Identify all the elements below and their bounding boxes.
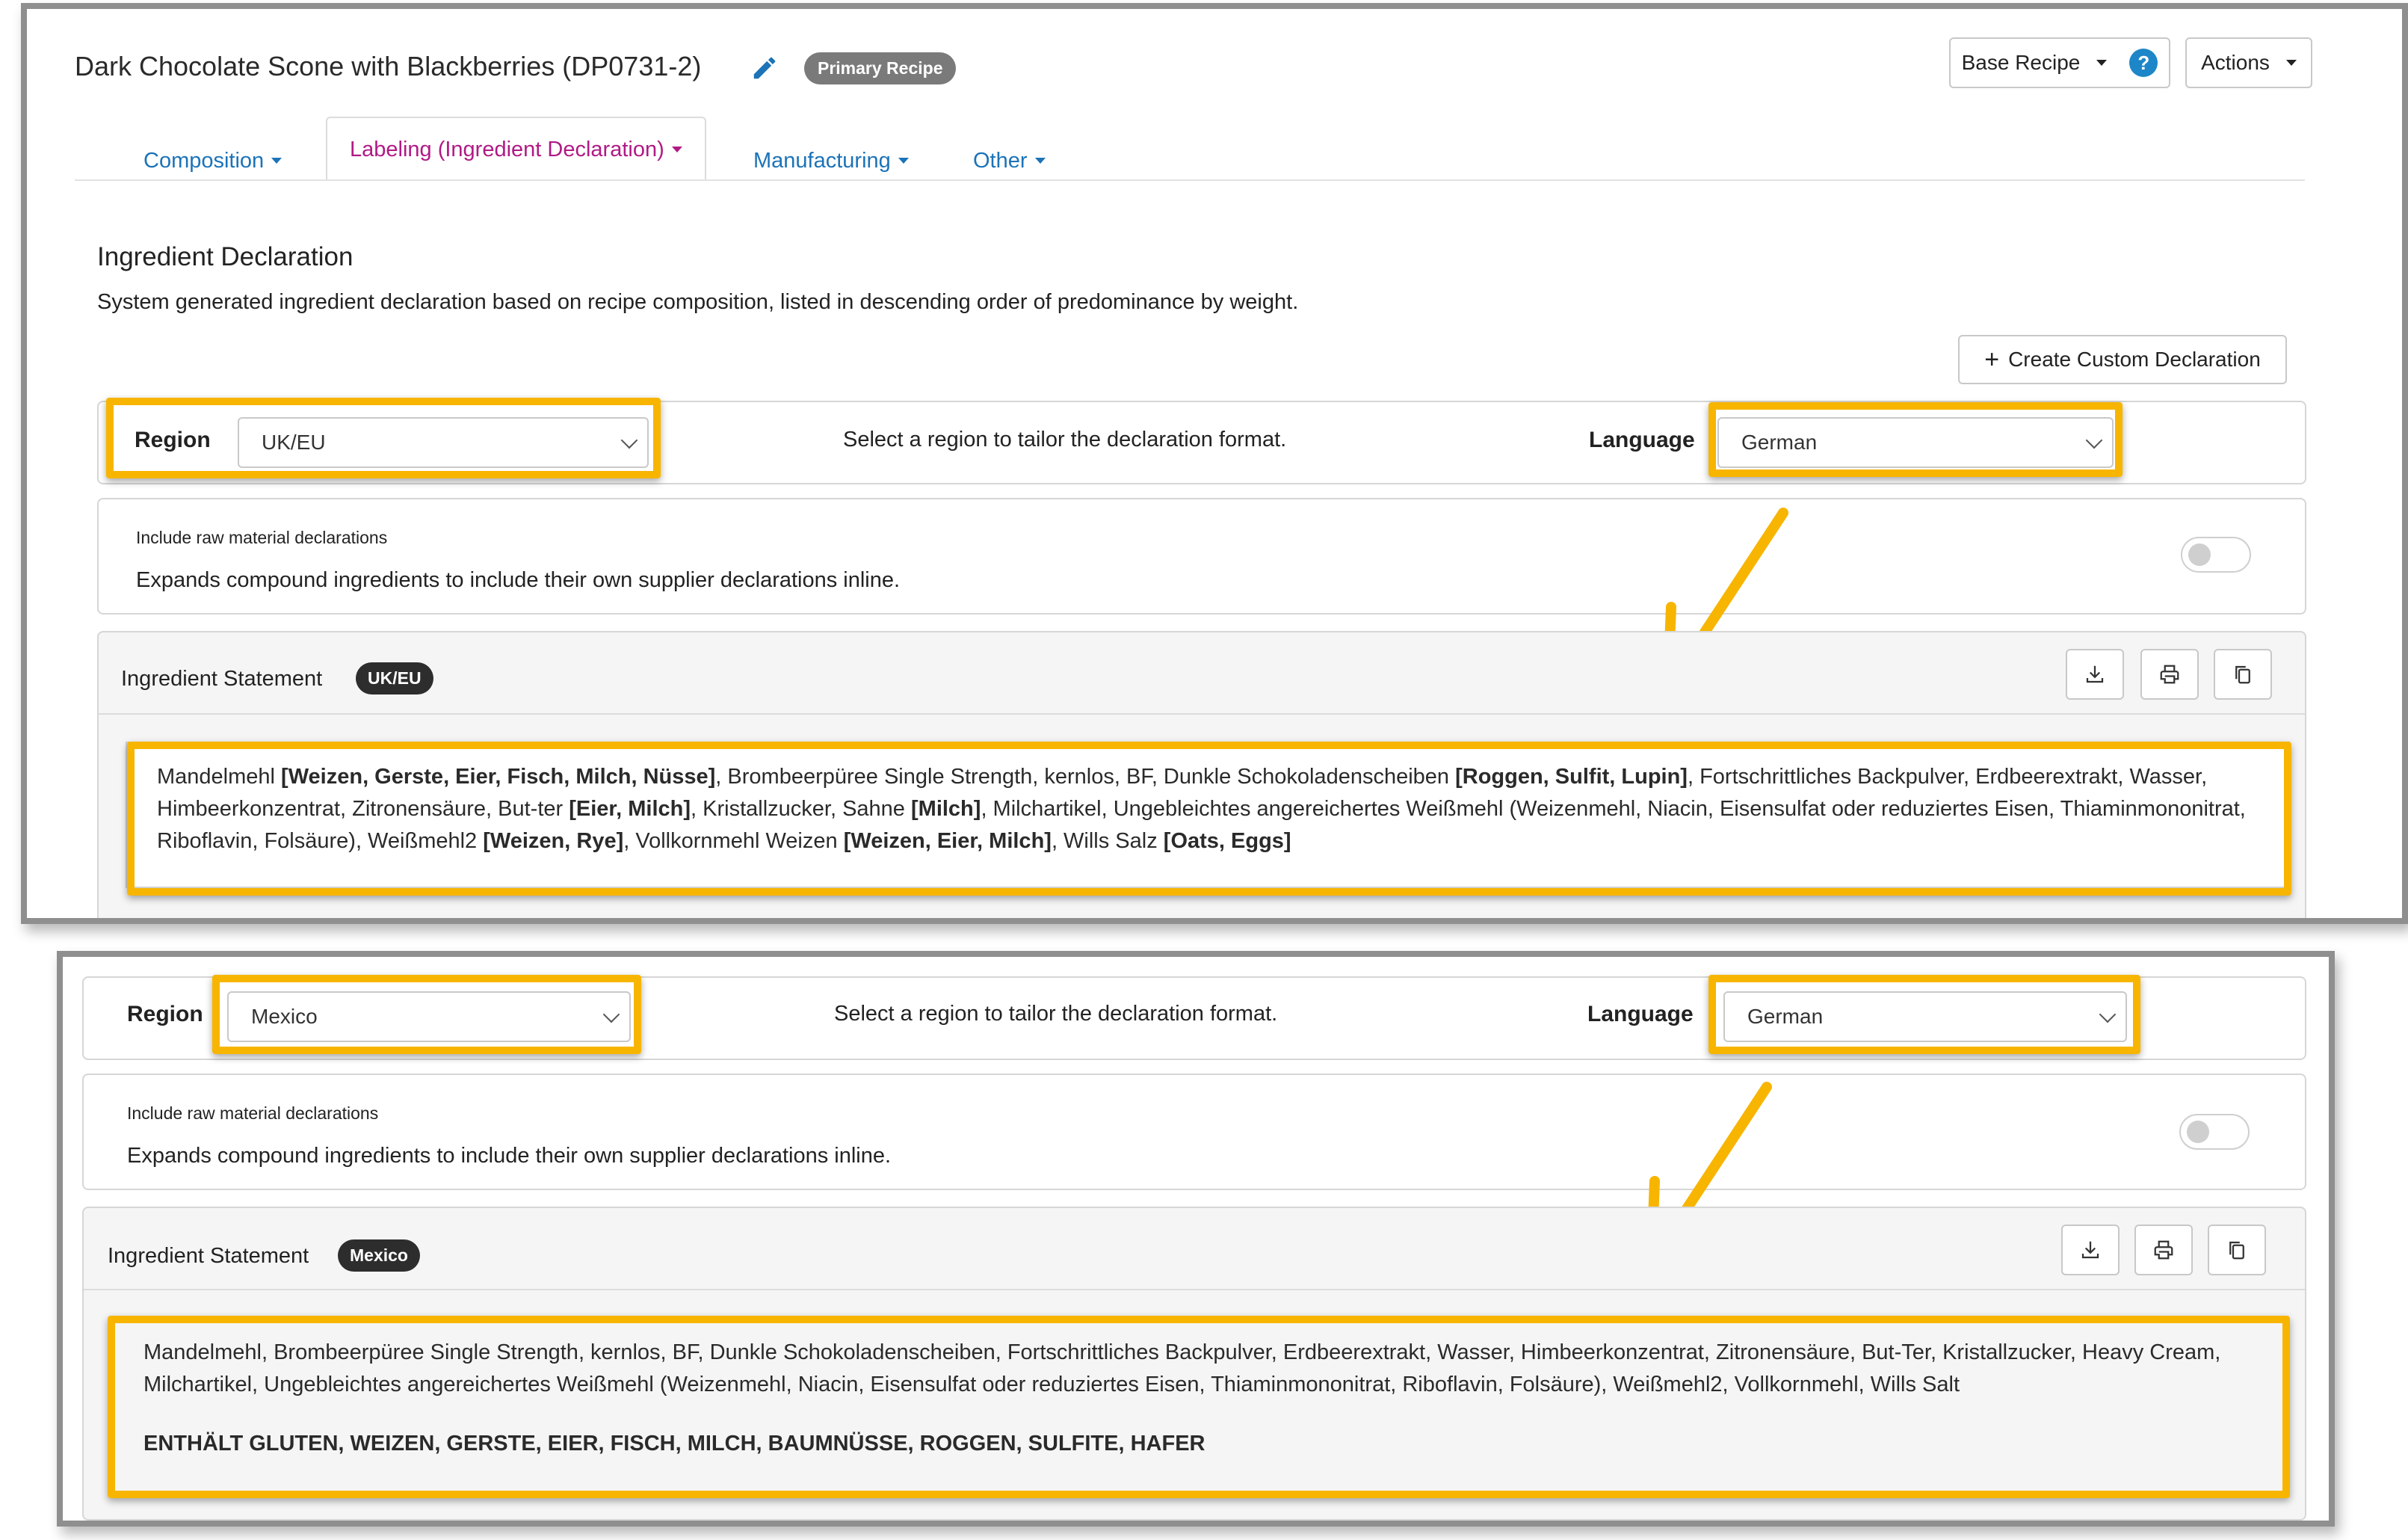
caret-down-icon <box>2096 60 2108 66</box>
screenshot-panel-mexico: Region Mexico Select a region to tailor … <box>57 951 2335 1527</box>
language-label: Language <box>1589 428 1695 452</box>
screenshot-panel-uk-eu: Dark Chocolate Scone with Blackberries (… <box>21 3 2408 924</box>
printer-icon <box>2154 1240 2173 1260</box>
region-hint: Select a region to tailor the declaratio… <box>834 1002 1278 1026</box>
region-badge: Mexico <box>338 1239 420 1272</box>
tab-labeling[interactable]: Labeling (Ingredient Declaration) <box>326 117 706 181</box>
caret-down-icon <box>271 158 283 164</box>
statement-divider <box>84 1289 2305 1290</box>
tab-label: Manufacturing <box>753 148 891 173</box>
actions-button[interactable]: Actions <box>2185 37 2312 88</box>
actions-label: Actions <box>2201 51 2270 74</box>
region-label: Region <box>127 1002 203 1026</box>
section-title: Ingredient Declaration <box>97 242 354 271</box>
highlight-statement-box <box>127 742 2291 896</box>
statement-divider <box>99 713 2305 715</box>
copy-icon <box>2235 665 2250 684</box>
highlight-language-box <box>1708 402 2123 477</box>
raw-material-title: Include raw material declarations <box>127 1103 379 1123</box>
raw-material-card <box>82 1074 2306 1190</box>
copy-button[interactable] <box>2214 649 2272 700</box>
caret-down-icon <box>898 158 909 164</box>
raw-material-toggle[interactable] <box>2179 1114 2250 1150</box>
highlight-region-box <box>106 398 661 478</box>
tab-divider <box>75 179 2305 181</box>
print-button[interactable] <box>2140 649 2199 700</box>
download-icon <box>2086 665 2104 683</box>
tab-label: Composition <box>143 148 265 173</box>
raw-material-description: Expands compound ingredients to include … <box>136 568 901 592</box>
primary-recipe-badge: Primary Recipe <box>804 52 957 84</box>
print-button[interactable] <box>2134 1225 2193 1275</box>
highlight-statement-box <box>108 1316 2290 1498</box>
tab-label: Other <box>973 148 1028 173</box>
region-badge: UK/EU <box>356 662 433 694</box>
copy-button[interactable] <box>2208 1225 2266 1275</box>
printer-icon <box>2160 665 2179 684</box>
ingredient-statement-label: Ingredient Statement <box>108 1244 309 1268</box>
caret-down-icon <box>1034 158 1046 164</box>
caret-down-icon <box>671 147 682 153</box>
toggle-knob <box>2188 543 2211 566</box>
raw-material-description: Expands compound ingredients to include … <box>127 1144 892 1168</box>
tab-composition[interactable]: Composition <box>143 129 283 193</box>
language-label: Language <box>1587 1002 1694 1026</box>
raw-material-card <box>97 498 2306 615</box>
tab-label: Labeling (Ingredient Declaration) <box>350 137 664 161</box>
highlight-region-box <box>212 975 641 1054</box>
tab-manufacturing[interactable]: Manufacturing <box>753 129 909 193</box>
raw-material-title: Include raw material declarations <box>136 528 388 547</box>
edit-pencil-icon[interactable] <box>750 54 779 82</box>
page-title: Dark Chocolate Scone with Blackberries (… <box>75 51 702 81</box>
plus-icon: + <box>1984 345 2000 374</box>
base-recipe-label: Base Recipe <box>1961 51 2081 74</box>
create-custom-label: Create Custom Declaration <box>2008 348 2261 371</box>
raw-material-toggle[interactable] <box>2181 537 2251 573</box>
help-icon[interactable]: ? <box>2129 49 2158 77</box>
download-button[interactable] <box>2061 1225 2120 1275</box>
download-button[interactable] <box>2066 649 2124 700</box>
highlight-language-box <box>1708 975 2140 1054</box>
ingredient-statement-label: Ingredient Statement <box>121 667 323 691</box>
base-recipe-button[interactable]: Base Recipe ? <box>1949 37 2170 88</box>
copy-icon <box>2229 1241 2244 1260</box>
caret-down-icon <box>2285 60 2297 66</box>
download-icon <box>2081 1241 2099 1259</box>
region-hint: Select a region to tailor the declaratio… <box>843 428 1287 452</box>
section-description: System generated ingredient declaration … <box>97 290 1299 314</box>
toggle-knob <box>2187 1121 2209 1143</box>
create-custom-declaration-button[interactable]: + Create Custom Declaration <box>1958 335 2287 384</box>
tab-other[interactable]: Other <box>973 129 1046 193</box>
